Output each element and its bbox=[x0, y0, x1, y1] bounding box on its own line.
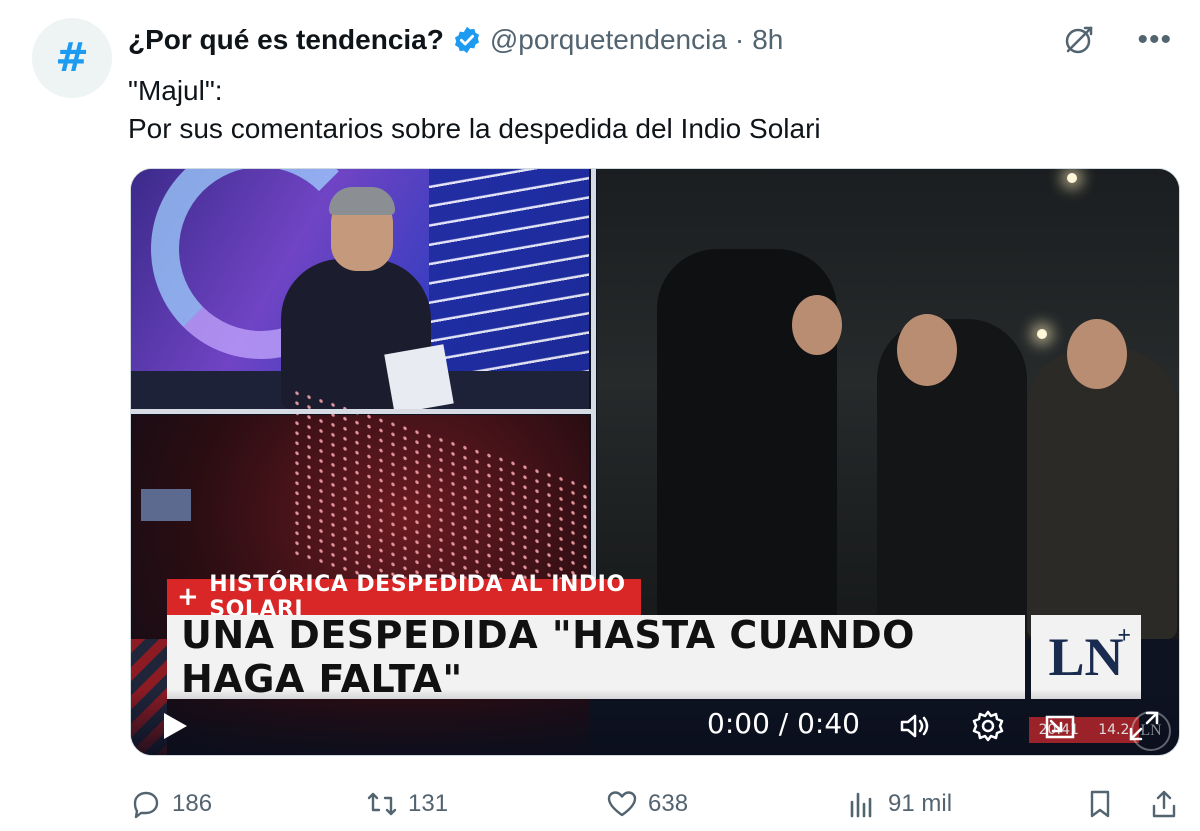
video-controls: 0:00 / 0:40 20:41 14.2 LN bbox=[131, 689, 1179, 755]
more-options-icon[interactable]: ••• bbox=[1137, 23, 1172, 57]
crowd-face bbox=[897, 314, 957, 386]
plus-icon: + bbox=[177, 582, 200, 612]
picture-in-picture-icon[interactable] bbox=[1043, 709, 1077, 743]
repost-icon bbox=[367, 792, 397, 816]
separator-dot: · bbox=[734, 24, 745, 55]
grok-icon[interactable] bbox=[1061, 22, 1097, 58]
reply-count: 186 bbox=[172, 790, 213, 817]
tweet-action-bar: 186 131 638 91 mil bbox=[130, 782, 1180, 826]
play-icon[interactable] bbox=[161, 711, 189, 741]
broadcast-badge-right: 14.2 bbox=[1098, 722, 1130, 738]
channel-watermark: LN bbox=[1131, 711, 1171, 751]
tweet-text: "Majul": Por sus comentarios sobre la de… bbox=[128, 72, 821, 148]
street-light bbox=[1037, 329, 1047, 339]
video-time: 0:00 / 0:40 bbox=[707, 707, 860, 740]
repost-count: 131 bbox=[408, 790, 449, 817]
channel-logo: LN + bbox=[1031, 615, 1141, 699]
share-button[interactable] bbox=[1148, 788, 1180, 820]
studio-frame bbox=[131, 169, 589, 414]
video-player[interactable]: + HISTÓRICA DESPEDIDA AL INDIO SOLARI UN… bbox=[130, 168, 1180, 756]
anchor-hair bbox=[329, 187, 395, 215]
channel-logo-text: LN bbox=[1048, 627, 1124, 687]
like-button[interactable]: 638 bbox=[606, 788, 688, 820]
verified-badge-icon bbox=[454, 26, 479, 54]
handle[interactable]: @porquetendencia bbox=[490, 24, 727, 56]
stage-screen bbox=[141, 489, 191, 521]
channel-logo-plus: + bbox=[1117, 623, 1131, 649]
reply-icon bbox=[133, 791, 159, 819]
views-button[interactable]: 91 mil bbox=[846, 788, 952, 820]
display-name[interactable]: ¿Por qué es tendencia? bbox=[128, 24, 444, 56]
hashtag-icon: # bbox=[55, 35, 89, 81]
tweet-text-line-1: "Majul": bbox=[128, 75, 223, 106]
timestamp[interactable]: 8h bbox=[752, 24, 783, 56]
like-count: 638 bbox=[648, 790, 689, 817]
avatar[interactable]: # bbox=[32, 18, 112, 98]
views-count: 91 mil bbox=[888, 790, 953, 817]
crowd-face bbox=[1067, 319, 1127, 389]
lower-third-headline: UNA DESPEDIDA "HASTA CUANDO HAGA FALTA" bbox=[167, 613, 1025, 701]
lower-third-tag: + HISTÓRICA DESPEDIDA AL INDIO SOLARI bbox=[167, 572, 641, 622]
crowd-face bbox=[792, 295, 842, 355]
street-crowd-frame bbox=[597, 169, 1179, 639]
anchor-papers bbox=[384, 344, 454, 414]
bookmark-button[interactable] bbox=[1084, 788, 1116, 820]
views-icon bbox=[850, 792, 872, 818]
volume-icon[interactable] bbox=[897, 709, 931, 743]
split-divider-horizontal bbox=[131, 409, 591, 414]
tweet-header: ¿Por qué es tendencia? @porquetendencia … bbox=[128, 20, 783, 60]
repost-button[interactable]: 131 bbox=[366, 788, 448, 820]
street-light bbox=[1067, 173, 1077, 183]
bookmark-icon bbox=[1090, 790, 1110, 818]
crowd-person bbox=[1027, 349, 1177, 639]
reply-button[interactable]: 186 bbox=[130, 788, 212, 820]
heart-icon bbox=[607, 791, 637, 817]
settings-gear-icon[interactable] bbox=[971, 709, 1005, 743]
tweet-text-line-2: Por sus comentarios sobre la despedida d… bbox=[128, 113, 821, 144]
share-icon bbox=[1152, 790, 1176, 818]
tweet-top-actions: ••• bbox=[1061, 22, 1172, 58]
split-divider-vertical bbox=[591, 169, 596, 639]
